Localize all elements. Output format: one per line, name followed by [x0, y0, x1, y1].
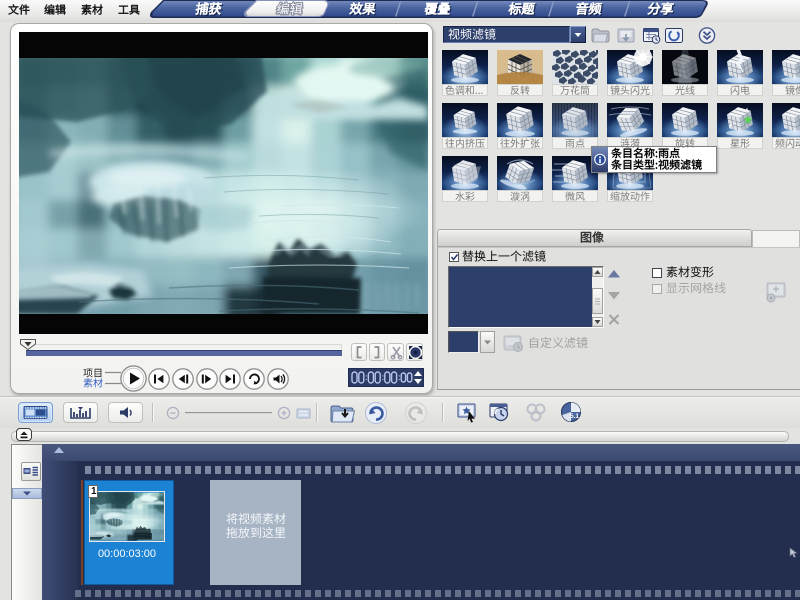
- svg-text:5.1: 5.1: [570, 413, 579, 420]
